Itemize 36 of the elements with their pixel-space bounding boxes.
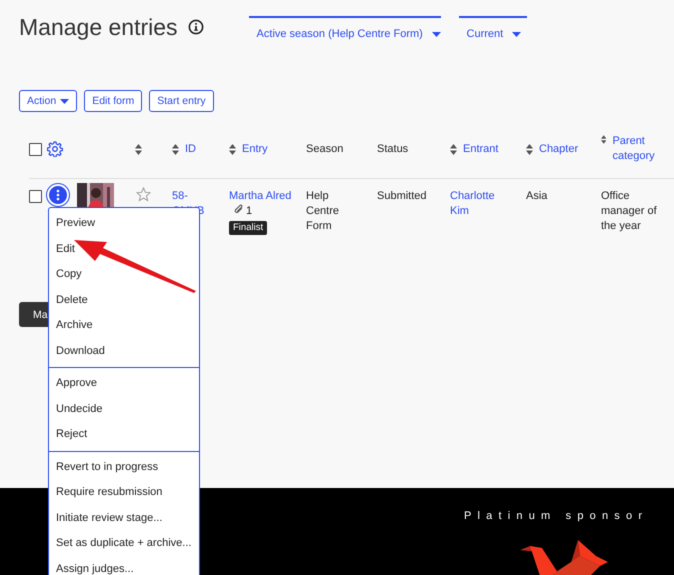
toolbar-button[interactable]: Edit form <box>84 90 142 112</box>
menu-item[interactable]: Archive <box>49 313 199 338</box>
entrant-link[interactable]: Charlotte Kim <box>450 189 509 219</box>
column-header: Status <box>377 142 408 156</box>
attachment-count: 1 <box>246 205 252 217</box>
menu-item[interactable]: Set as duplicate + archive... <box>49 531 199 556</box>
toolbar-button[interactable]: Start entry <box>149 90 214 112</box>
menu-item[interactable]: Preview <box>49 211 199 236</box>
table-cell-text: Submitted <box>377 189 428 204</box>
menu-item[interactable]: Edit <box>49 236 199 262</box>
menu-item[interactable]: Assign judges... <box>49 556 199 575</box>
menu-item[interactable]: Revert to in progress <box>49 454 199 480</box>
column-header[interactable]: ID <box>185 142 196 156</box>
column-header: Season <box>306 142 344 156</box>
table-cell-text: Help Centre Form <box>306 189 340 234</box>
column-header[interactable]: Entry <box>242 142 268 156</box>
action-dropdown[interactable]: Action <box>19 90 78 112</box>
sponsor-label: Platinum sponsor <box>464 510 648 522</box>
entry-link[interactable]: Martha Alred <box>229 190 292 202</box>
column-header[interactable]: Entrant <box>463 142 498 156</box>
menu-item[interactable]: Require resubmission <box>49 480 199 506</box>
menu-item[interactable]: Reject <box>49 422 199 448</box>
menu-item[interactable]: Download <box>49 338 199 364</box>
filter-dropdown[interactable]: Active season (Help Centre Form) <box>248 16 441 42</box>
filter-dropdown[interactable]: Current <box>458 16 527 42</box>
menu-item[interactable]: Approve <box>49 371 199 396</box>
menu-item[interactable]: Initiate review stage... <box>49 506 199 531</box>
menu-item[interactable]: Delete <box>49 288 199 313</box>
menu-item[interactable]: Copy <box>49 262 199 288</box>
menu-item[interactable]: Undecide <box>49 396 199 422</box>
table-cell-text: Office manager of the year <box>601 189 658 234</box>
page-title: Manage entries <box>19 14 178 41</box>
status-tag: Finalist <box>229 221 268 235</box>
column-header[interactable]: Chapter <box>539 142 578 156</box>
column-header[interactable]: Parent category <box>612 134 673 164</box>
table-cell-text: Asia <box>526 189 548 204</box>
